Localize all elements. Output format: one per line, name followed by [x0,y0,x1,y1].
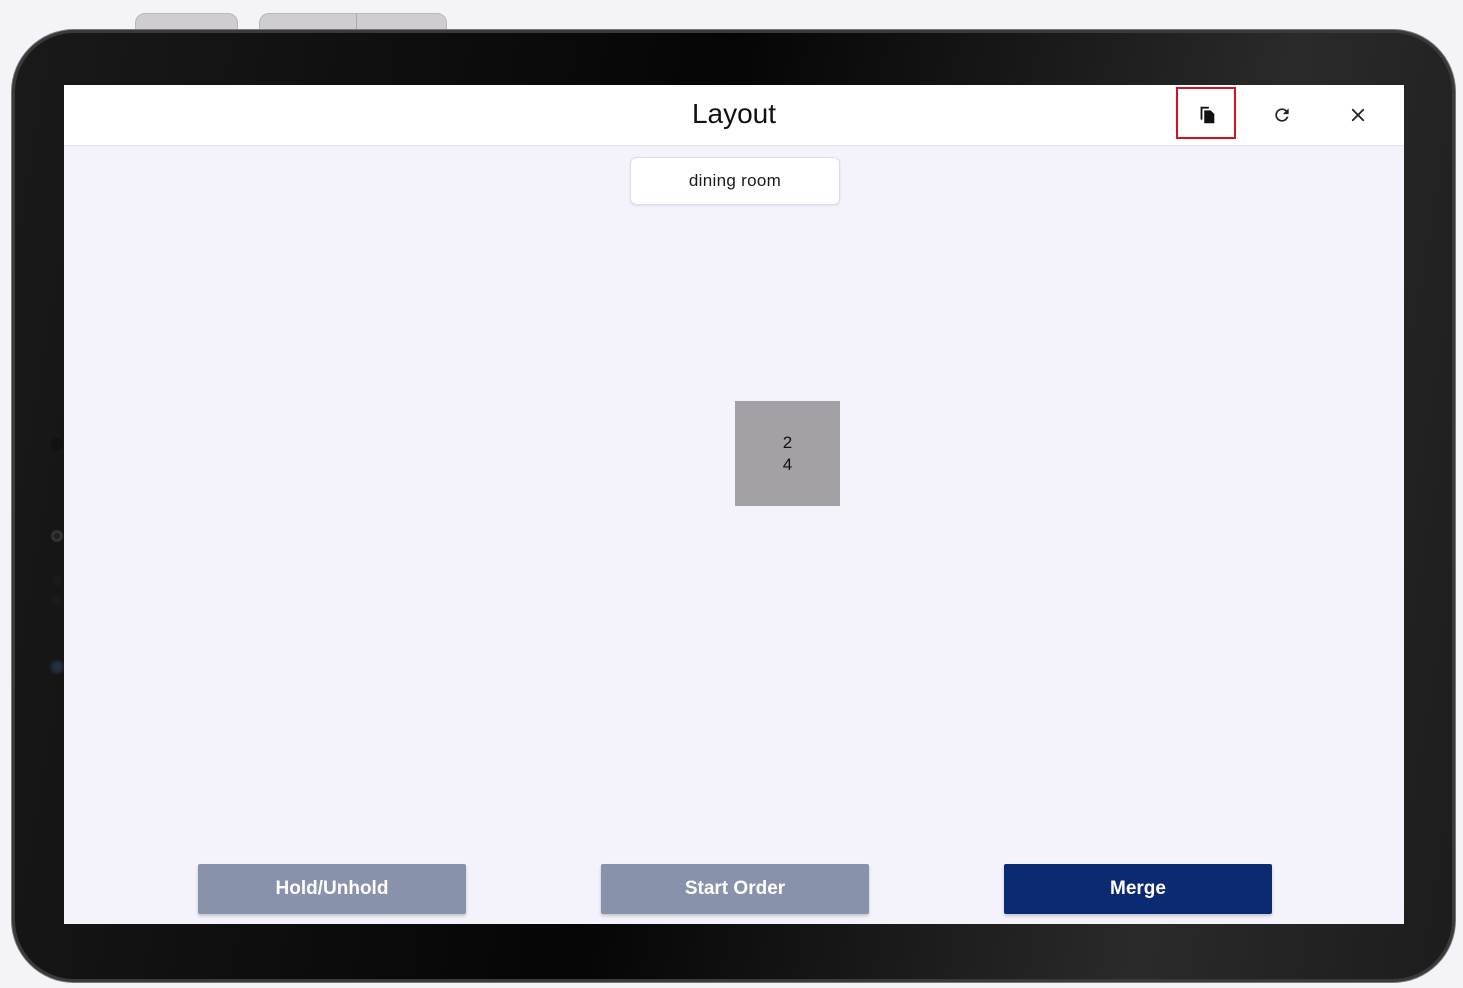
start-order-button[interactable]: Start Order [601,864,869,914]
sensor [52,576,62,586]
refresh-button[interactable] [1258,91,1306,139]
camera-lens [51,530,63,542]
room-selector[interactable]: dining room [630,157,840,205]
front-camera [49,659,65,675]
merge-button[interactable]: Merge [1004,864,1272,914]
app-screen: Layout dining room 2 4 Hold/Unhold Start… [64,85,1404,924]
sensor [52,596,62,606]
app-bar: Layout [64,85,1404,146]
highlight-box [1176,87,1236,139]
close-button[interactable] [1334,91,1382,139]
table-tile[interactable]: 2 4 [735,401,840,506]
close-icon [1351,108,1365,122]
sensor [51,438,63,450]
hold-unhold-button[interactable]: Hold/Unhold [198,864,466,914]
table-number: 2 [782,432,793,452]
table-seats: 4 [782,454,793,474]
refresh-icon [1275,108,1289,122]
